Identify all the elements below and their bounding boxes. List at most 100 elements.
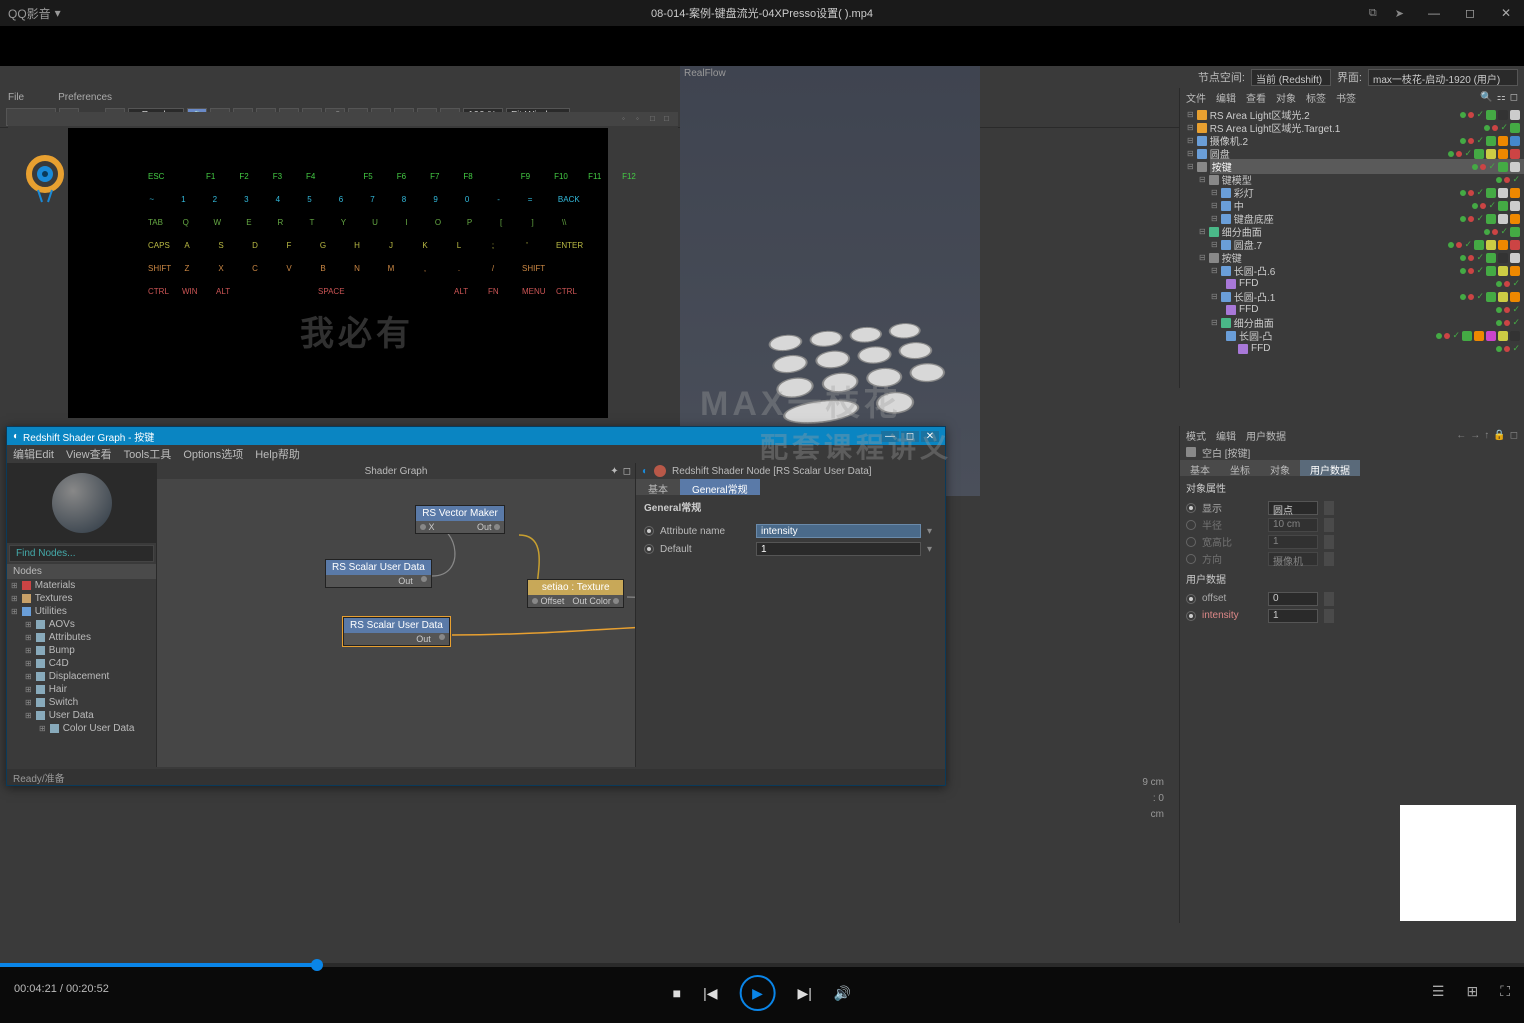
am-tab-3[interactable]: 用户数据 xyxy=(1300,460,1360,476)
node-tree-item[interactable]: ⊞Attributes xyxy=(7,631,156,644)
node-scalar-1[interactable]: RS Scalar User Data Out xyxy=(325,559,432,588)
am-menu-1[interactable]: 编辑 xyxy=(1216,428,1236,443)
node-tree-item[interactable]: ⊞User Data xyxy=(7,709,156,722)
layout-select[interactable]: max一枝花-启动-1920 (用户) xyxy=(1368,69,1518,86)
om-menu-5[interactable]: 书签 xyxy=(1336,90,1356,105)
seek-bar[interactable] xyxy=(0,963,1524,967)
volume-icon[interactable]: 🔊 xyxy=(834,985,851,1002)
prop-value[interactable]: 0 xyxy=(1268,592,1318,606)
prop-input[interactable] xyxy=(756,542,921,556)
radio-icon[interactable] xyxy=(1186,503,1196,513)
om-row[interactable]: ⊟长圆-凸.1✓ xyxy=(1180,290,1524,303)
am-tab-2[interactable]: 对象 xyxy=(1260,460,1300,476)
node-tree-item[interactable]: ⊞Switch xyxy=(7,696,156,709)
am-menu-2[interactable]: 用户数据 xyxy=(1246,428,1286,443)
om-win-icon[interactable]: ◻ xyxy=(1510,92,1518,103)
am-tab-0[interactable]: 基本 xyxy=(1180,460,1220,476)
shader-menu-0[interactable]: 编辑Edit xyxy=(13,446,54,462)
spinner[interactable] xyxy=(1324,501,1334,515)
am-back-icon[interactable]: ← xyxy=(1456,430,1466,441)
spinner[interactable] xyxy=(1324,518,1334,532)
pin-icon[interactable]: ➤ xyxy=(1395,7,1404,20)
menu-file[interactable]: File xyxy=(8,92,24,103)
shader-menu-2[interactable]: Tools工具 xyxy=(124,446,172,462)
radio-icon[interactable] xyxy=(644,526,654,536)
radio-icon[interactable] xyxy=(1186,611,1196,621)
graph-expand-icon[interactable]: ✦ xyxy=(610,466,618,477)
prop-value[interactable]: 圆点 xyxy=(1268,501,1318,515)
stop-button[interactable]: ■ xyxy=(673,985,681,1001)
om-menu-4[interactable]: 标签 xyxy=(1306,90,1326,105)
radio-icon[interactable] xyxy=(644,544,654,554)
seek-knob[interactable] xyxy=(311,959,323,971)
vp-icon-1[interactable]: ◦ xyxy=(622,114,632,124)
graph-max-icon[interactable]: ◻ xyxy=(623,466,631,477)
minimize-button[interactable]: — xyxy=(1416,0,1452,26)
menu-prefs[interactable]: Preferences xyxy=(58,92,112,103)
player-app-name[interactable]: QQ影音 ▾ xyxy=(8,5,61,22)
node-tree-item[interactable]: ⊞Textures xyxy=(7,592,156,605)
material-thumbnail[interactable] xyxy=(1400,805,1516,921)
am-fwd-icon[interactable]: → xyxy=(1470,430,1480,441)
node-scalar-2[interactable]: RS Scalar User Data Out xyxy=(343,617,450,646)
om-row[interactable]: 长圆-凸✓ xyxy=(1180,329,1524,342)
om-filter-icon[interactable]: ⚏ xyxy=(1497,92,1506,103)
vp-icon-2[interactable]: ◦ xyxy=(636,114,646,124)
am-lock-icon[interactable]: 🔒 xyxy=(1493,430,1505,441)
am-win-icon[interactable]: ◻ xyxy=(1510,430,1518,441)
node-tree-item[interactable]: ⊞AOVs xyxy=(7,618,156,631)
fullscreen-icon[interactable]: ⛶ xyxy=(1500,983,1510,1000)
am-tab-1[interactable]: 坐标 xyxy=(1220,460,1260,476)
shader-menu-3[interactable]: Options选项 xyxy=(183,446,243,462)
material-preview[interactable] xyxy=(7,463,156,543)
radio-icon[interactable] xyxy=(1186,520,1196,530)
am-up-icon[interactable]: ↑ xyxy=(1484,430,1489,441)
om-menu-0[interactable]: 文件 xyxy=(1186,90,1206,105)
om-menu-2[interactable]: 查看 xyxy=(1246,90,1266,105)
node-tree-item[interactable]: ⊞C4D xyxy=(7,657,156,670)
node-setiao-texture[interactable]: setiao : Texture OffsetOut Color xyxy=(527,579,624,608)
playlist-icon[interactable]: ☰ xyxy=(1432,983,1445,1000)
node-tree-item[interactable]: ⊞Utilities xyxy=(7,605,156,618)
node-tab-1[interactable]: General常规 xyxy=(680,479,760,495)
play-button[interactable]: ▶ xyxy=(740,975,776,1011)
om-row[interactable]: FFD✓ xyxy=(1180,342,1524,355)
shader-menu-4[interactable]: Help帮助 xyxy=(255,446,300,462)
om-menu-3[interactable]: 对象 xyxy=(1276,90,1296,105)
settings-icon[interactable]: ⊞ xyxy=(1466,983,1478,1000)
spinner[interactable] xyxy=(1324,552,1334,566)
radio-icon[interactable] xyxy=(1186,594,1196,604)
node-vector-maker[interactable]: RS Vector Maker XOut xyxy=(415,505,505,534)
node-tree-item[interactable]: ⊞Materials xyxy=(7,579,156,592)
node-tree-item[interactable]: ⊞Displacement xyxy=(7,670,156,683)
radio-icon[interactable] xyxy=(1186,554,1196,564)
om-menu-1[interactable]: 编辑 xyxy=(1216,90,1236,105)
render-preview[interactable]: ESCF1F2F3F4F5F6F7F8F9F10F11F12~123456789… xyxy=(68,128,608,418)
prop-input[interactable] xyxy=(756,524,921,538)
spinner[interactable] xyxy=(1324,592,1334,606)
next-button[interactable]: ▶| xyxy=(798,985,812,1002)
prev-button[interactable]: |◀ xyxy=(703,985,717,1002)
spinner[interactable] xyxy=(1324,535,1334,549)
dropdown-icon[interactable]: ▾ xyxy=(927,544,937,555)
dropdown-icon[interactable]: ▾ xyxy=(927,526,937,537)
vp-icon-4[interactable]: □ xyxy=(664,114,674,124)
shader-menu-1[interactable]: View查看 xyxy=(66,446,112,462)
prop-value[interactable]: 1 xyxy=(1268,609,1318,623)
close-button[interactable]: ✕ xyxy=(1488,0,1524,26)
shader-graph-canvas[interactable]: Shader Graph ✦◻ Out Color RS Vector Make… xyxy=(157,463,635,767)
node-tree-item[interactable]: ⊞Hair xyxy=(7,683,156,696)
spinner[interactable] xyxy=(1324,609,1334,623)
nodespace-select[interactable]: 当前 (Redshift) xyxy=(1251,69,1331,86)
node-tab-0[interactable]: 基本 xyxy=(636,479,680,495)
am-menu-0[interactable]: 模式 xyxy=(1186,428,1206,443)
om-tree[interactable]: ⊟RS Area Light区域光.2✓⊟RS Area Light区域光.Ta… xyxy=(1180,106,1524,357)
om-row[interactable]: ⊟长圆-凸.6✓ xyxy=(1180,264,1524,277)
vp-icon-3[interactable]: □ xyxy=(650,114,660,124)
om-search-icon[interactable]: 🔍 xyxy=(1480,92,1492,103)
radio-icon[interactable] xyxy=(1186,537,1196,547)
node-tree-item[interactable]: ⊞Color User Data xyxy=(7,722,156,735)
pip-icon[interactable]: ⧉ xyxy=(1369,7,1377,20)
node-tree-item[interactable]: ⊞Bump xyxy=(7,644,156,657)
maximize-button[interactable]: ◻ xyxy=(1452,0,1488,26)
